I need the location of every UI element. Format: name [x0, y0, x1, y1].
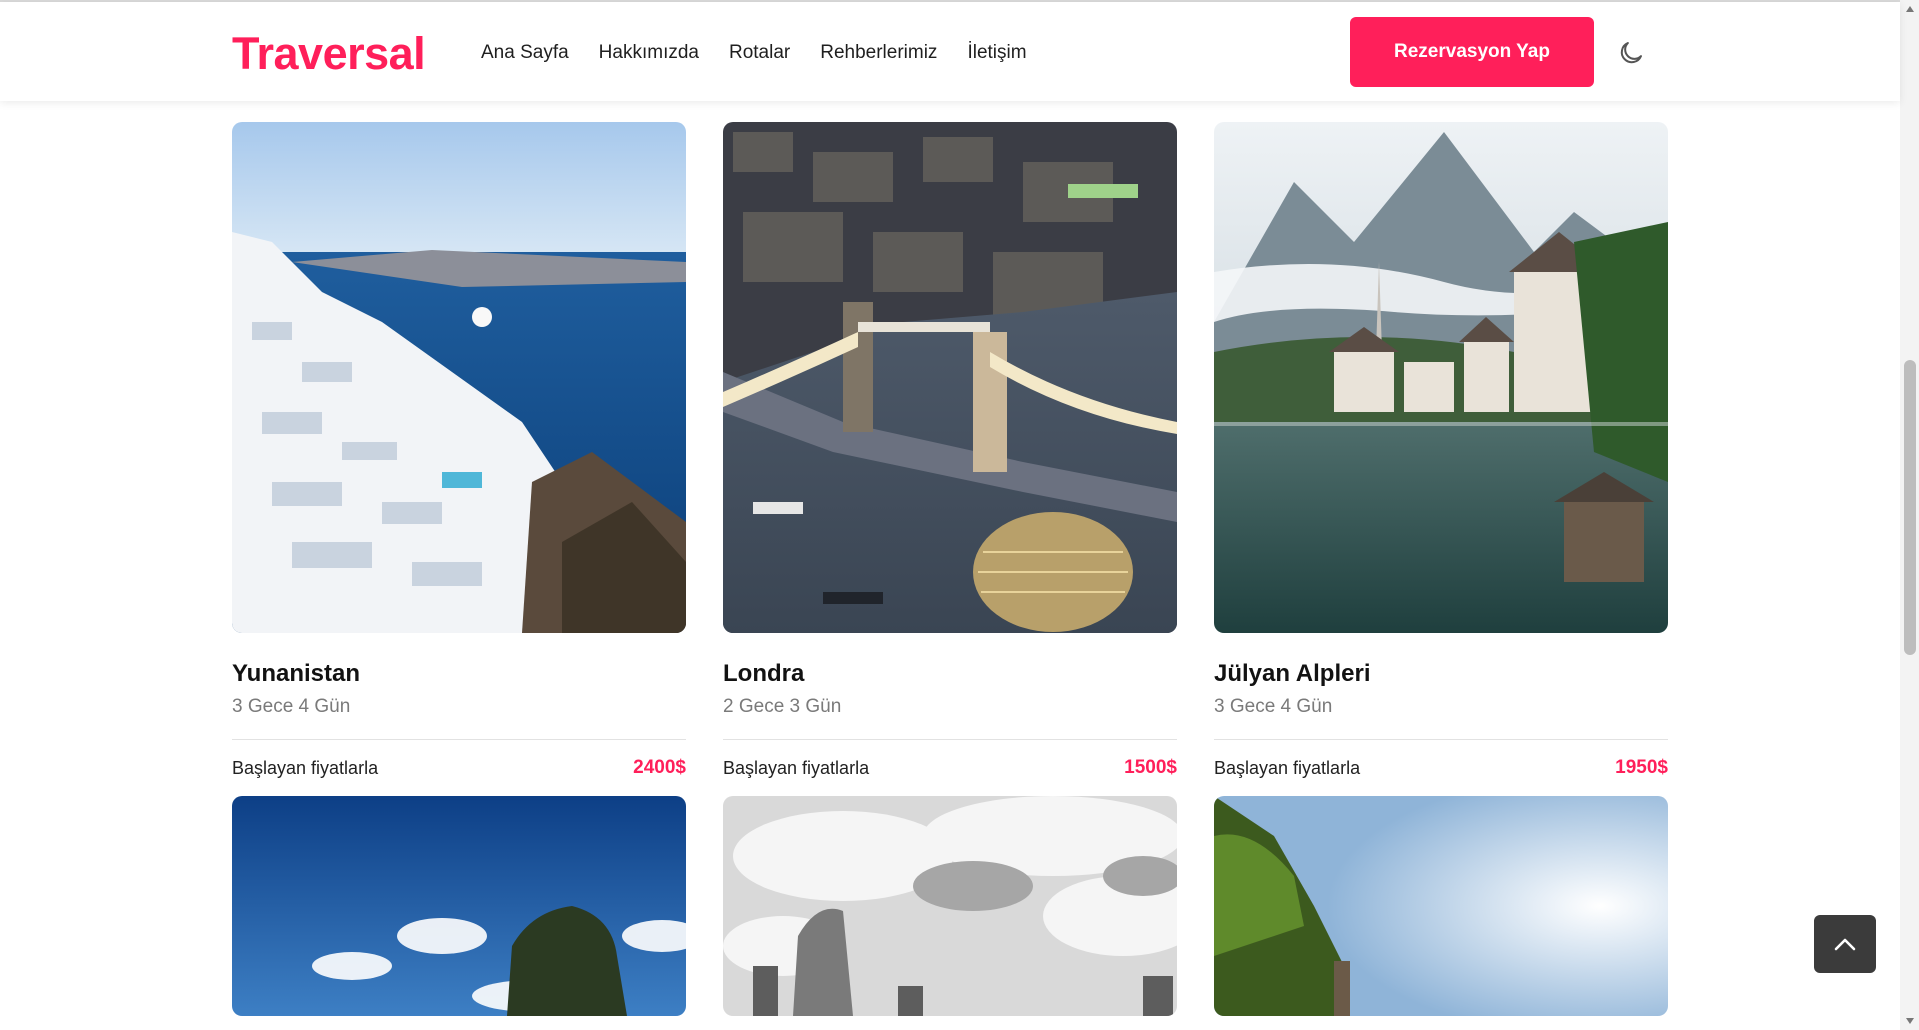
tour-title: Londra: [723, 660, 805, 687]
price-label: Başlayan fiyatlarla: [1214, 757, 1361, 778]
tour-image-julian-alps[interactable]: [1214, 122, 1668, 633]
moon-icon[interactable]: [1616, 38, 1646, 68]
tour-price-row: Başlayan fiyatlarla 1950$: [1214, 740, 1668, 796]
tour-image-greece[interactable]: [232, 122, 686, 633]
main-nav: Ana Sayfa Hakkımızda Rotalar Rehberlerim…: [481, 42, 1027, 64]
nav-item-routes[interactable]: Rotalar: [729, 42, 790, 64]
tour-image-london[interactable]: [723, 122, 1177, 633]
tour-title: Jülyan Alpleri: [1214, 660, 1371, 687]
tour-card-london[interactable]: Londra 2 Gece 3 Gün Başlayan fiyatlarla …: [723, 122, 1177, 796]
tour-image-thailand[interactable]: [232, 796, 686, 1016]
scrollbar-thumb[interactable]: [1904, 360, 1916, 655]
tour-grid: Yunanistan 3 Gece 4 Gün Başlayan fiyatla…: [232, 122, 1668, 1016]
tour-image-singapore[interactable]: [723, 796, 1177, 1016]
scroll-to-top-button[interactable]: [1814, 915, 1876, 973]
tour-price: 1500$: [1124, 757, 1177, 778]
tour-duration: 3 Gece 4 Gün: [1214, 696, 1333, 717]
nav-item-guides[interactable]: Rehberlerimiz: [820, 42, 937, 64]
tour-card-julian-alps[interactable]: Jülyan Alpleri 3 Gece 4 Gün Başlayan fiy…: [1214, 122, 1668, 796]
tour-price-row: Başlayan fiyatlarla 1500$: [723, 740, 1177, 796]
nav-item-contact[interactable]: İletişim: [967, 42, 1026, 64]
chevron-up-icon: [1834, 938, 1856, 951]
tour-price-row: Başlayan fiyatlarla 2400$: [232, 740, 686, 796]
tour-price: 2400$: [633, 757, 686, 778]
brand-logo[interactable]: Traversal: [232, 28, 426, 80]
scroll-up-arrow-icon[interactable]: [1906, 6, 1914, 12]
tour-card-greece[interactable]: Yunanistan 3 Gece 4 Gün Başlayan fiyatla…: [232, 122, 686, 796]
tour-duration: 2 Gece 3 Gün: [723, 696, 842, 717]
scroll-down-arrow-icon[interactable]: [1906, 1018, 1914, 1024]
reservation-button[interactable]: Rezervasyon Yap: [1350, 17, 1594, 87]
tour-card-thailand[interactable]: [232, 796, 686, 1016]
tour-card-singapore[interactable]: [723, 796, 1177, 1016]
tour-image-forest[interactable]: [1214, 796, 1668, 1016]
price-label: Başlayan fiyatlarla: [723, 757, 870, 778]
site-header: Traversal Ana Sayfa Hakkımızda Rotalar R…: [0, 2, 1900, 101]
nav-item-home[interactable]: Ana Sayfa: [481, 42, 569, 64]
tour-title: Yunanistan: [232, 660, 361, 687]
scrollbar[interactable]: [1900, 0, 1919, 1030]
nav-item-about[interactable]: Hakkımızda: [599, 42, 699, 64]
tour-duration: 3 Gece 4 Gün: [232, 696, 351, 717]
price-label: Başlayan fiyatlarla: [232, 757, 379, 778]
tour-price: 1950$: [1615, 757, 1668, 778]
tour-card-forest[interactable]: [1214, 796, 1668, 1016]
